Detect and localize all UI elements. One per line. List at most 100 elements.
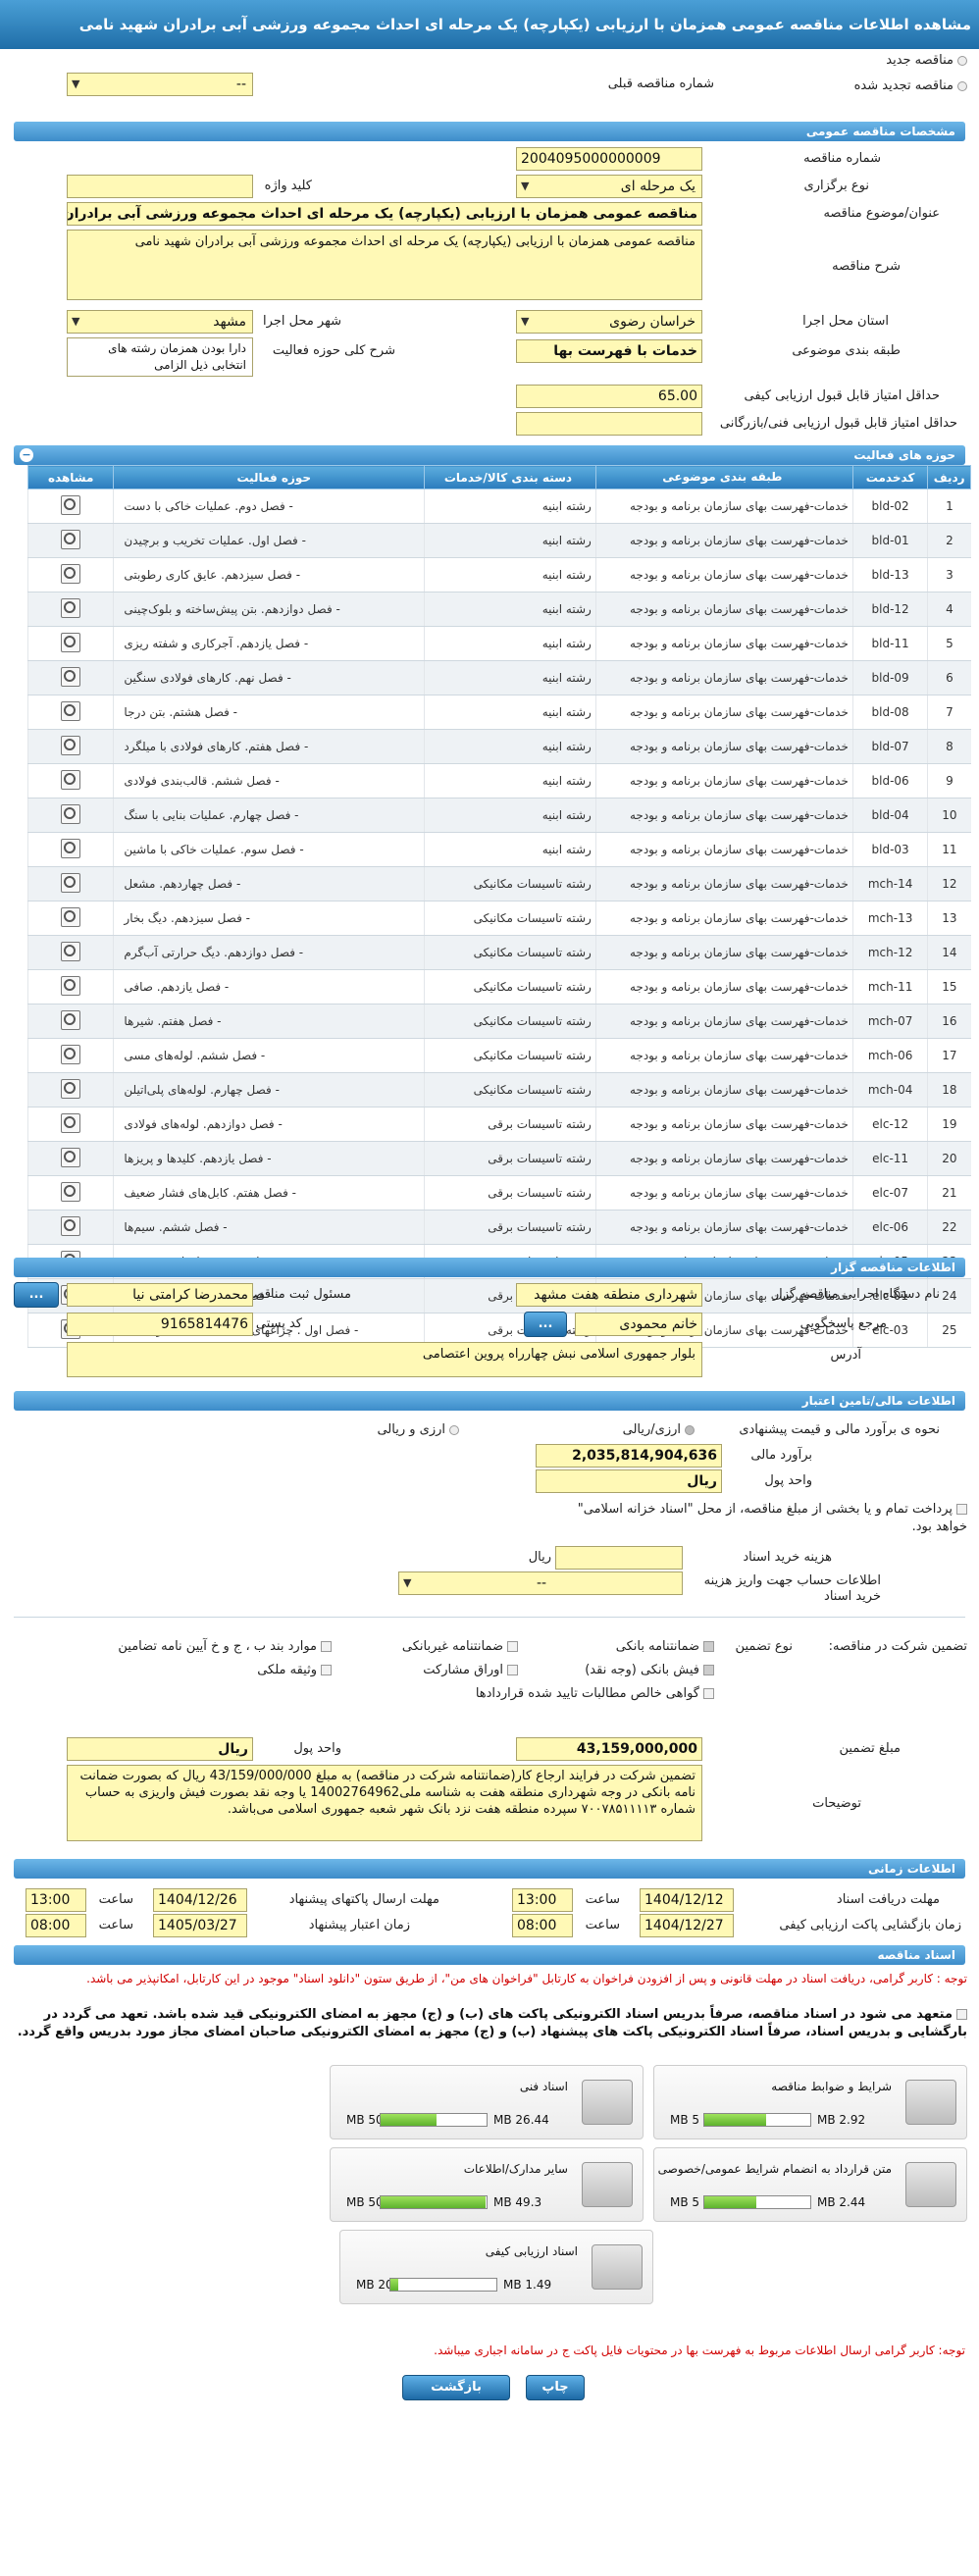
number-field[interactable]: 2004095000000009	[516, 147, 702, 171]
opt-nonbank[interactable]: ضمانتنامه غیربانکی	[402, 1639, 518, 1654]
activities-header-row: ردیف کدخدمت طبقه بندی موضوعی دسته بندی ک…	[26, 465, 971, 489]
magnifier-icon[interactable]	[61, 1078, 81, 1099]
magnifier-icon[interactable]	[61, 906, 81, 927]
category-cell: خدمات-فهرست بهای سازمان برنامه و بودجه	[594, 729, 853, 764]
min-quality-field[interactable]: 65.00	[516, 385, 702, 408]
responder-field[interactable]: خانم محمودی	[575, 1313, 702, 1336]
magnifier-icon[interactable]	[61, 700, 81, 721]
magnifier-icon[interactable]	[61, 872, 81, 893]
goods-cell: رشته ابنیه	[424, 592, 596, 627]
opt-nonbank-label: ضمانتنامه غیربانکی	[401, 1639, 503, 1654]
file-name: اسناد ارزیابی کیفی	[485, 2244, 578, 2258]
magnifier-icon[interactable]	[61, 1044, 81, 1064]
docs-note: توجه : کاربر گرامی، دریافت اسناد در مهلت…	[86, 1972, 967, 1985]
prev-number-select[interactable]: ▼ --	[67, 73, 253, 96]
guarantee-currency-field[interactable]: ریال	[67, 1737, 253, 1761]
commitment-option[interactable]: متعهد می شود در اسناد مناقصه، صرفاً بدری…	[16, 2006, 967, 2041]
notes-field[interactable]: تضمین شرکت در فرایند ارجاع کار(ضمانتنامه…	[67, 1765, 702, 1841]
service-code: mch-07	[851, 1004, 928, 1039]
magnifier-icon[interactable]	[61, 494, 81, 515]
file-progress	[703, 2195, 811, 2209]
table-row: 12 mch-14 خدمات-فهرست بهای سازمان برنامه و…	[26, 866, 971, 902]
postal-field[interactable]: 9165814476	[67, 1313, 253, 1336]
responder-more-button[interactable]: ...	[524, 1312, 567, 1337]
activity-desc-field[interactable]: دارا بودن همزمان رشته های انتخابی ذیل ال…	[67, 337, 253, 377]
send-time[interactable]: 13:00	[26, 1888, 86, 1912]
magnifier-icon[interactable]	[61, 769, 81, 790]
magnifier-icon[interactable]	[61, 1181, 81, 1202]
row-number: 5	[927, 626, 971, 661]
opt-securities[interactable]: اوراق مشارکت	[423, 1663, 518, 1677]
org-field[interactable]: شهرداری منطقه هفت مشهد	[516, 1283, 702, 1307]
send-date[interactable]: 1404/12/26	[153, 1888, 247, 1912]
magnifier-icon[interactable]	[61, 529, 81, 549]
back-button[interactable]: بازگشت	[402, 2375, 510, 2400]
row-number: 3	[927, 557, 971, 592]
service-code: bld-11	[851, 626, 928, 661]
doc-cost-field[interactable]	[555, 1546, 683, 1570]
magnifier-icon[interactable]	[61, 1112, 81, 1133]
magnifier-icon[interactable]	[61, 1147, 81, 1167]
new-tender-option[interactable]: مناقصه جدید	[886, 53, 967, 68]
doc-receive-date[interactable]: 1404/12/12	[640, 1888, 734, 1912]
registrar-more-button[interactable]: ...	[14, 1282, 59, 1308]
city-select[interactable]: ▼ مشهد	[67, 310, 253, 334]
title-field[interactable]: مناقصه عمومی همزمان با ارزیابی (یکپارچه)…	[67, 202, 702, 226]
category-field[interactable]: خدمات با فهرست بها	[516, 339, 702, 363]
desc-field[interactable]: مناقصه عمومی همزمان با ارزیابی (یکپارچه)…	[67, 230, 702, 300]
opt-check[interactable]: فیش بانکی (وجه نقد)	[585, 1663, 714, 1677]
file-box-contract[interactable]: متن قرارداد به انضمام شرایط عمومی/خصوصی …	[653, 2147, 967, 2222]
doc-receive-time[interactable]: 13:00	[512, 1888, 573, 1912]
magnifier-icon[interactable]	[61, 838, 81, 858]
magnifier-icon[interactable]	[61, 735, 81, 755]
magnifier-icon[interactable]	[61, 941, 81, 961]
magnifier-icon[interactable]	[61, 975, 81, 996]
keyword-field[interactable]	[67, 175, 253, 198]
magnifier-icon[interactable]	[61, 632, 81, 652]
service-code: elc-07	[851, 1175, 928, 1211]
min-tech-field[interactable]	[516, 412, 702, 436]
estimate-field[interactable]: 2,035,814,904,636	[536, 1444, 722, 1468]
opt-property[interactable]: وثیقه ملکی	[257, 1663, 332, 1677]
magnifier-icon[interactable]	[61, 803, 81, 824]
file-box-quality[interactable]: اسناد ارزیابی کیفی 20 MB 1.49 MB	[339, 2230, 653, 2304]
amount-field[interactable]: 43,159,000,000	[516, 1737, 702, 1761]
validity-time[interactable]: 08:00	[26, 1914, 86, 1937]
account-select[interactable]: ▼ --	[398, 1571, 683, 1595]
table-row: 15 mch-11 خدمات-فهرست بهای سازمان برنامه و…	[26, 969, 971, 1005]
magnifier-icon[interactable]	[61, 597, 81, 618]
estimate-both-option[interactable]: ارزی و ریالی	[377, 1422, 459, 1437]
print-button[interactable]: چاپ	[526, 2375, 585, 2400]
open-date[interactable]: 1404/12/27	[640, 1914, 734, 1937]
file-size: 49.3 MB	[493, 2195, 542, 2209]
file-box-terms[interactable]: شرایط و ضوابط مناقصه 5 MB 2.92 MB	[653, 2065, 967, 2139]
open-time[interactable]: 08:00	[512, 1914, 573, 1937]
file-box-other[interactable]: سایر مدارک/اطلاعات 50 MB 49.3 MB	[330, 2147, 644, 2222]
goods-cell: رشته تاسیسات برقی	[424, 1175, 596, 1211]
file-box-technical[interactable]: اسناد فنی 50 MB 26.44 MB	[330, 2065, 644, 2139]
treasury-option[interactable]: پرداخت تمام و یا بخشی از مبلغ مناقصه، از…	[555, 1501, 967, 1536]
service-code: bld-13	[851, 557, 928, 592]
renewed-tender-option[interactable]: مناقصه تجدید شده	[854, 78, 967, 93]
opt-claims[interactable]: گواهی خالص مطالبات تایید شده قراردادها	[476, 1686, 714, 1701]
activity-cell: - فصل چهاردهم. مشعل	[113, 866, 425, 902]
estimate-rial-option[interactable]: ارزی/ریالی	[623, 1422, 695, 1437]
organizer-section-header: اطلاعات مناقصه گزار	[14, 1258, 965, 1277]
address-field[interactable]: بلوار جمهوری اسلامی نبش چهارراه پروین اع…	[67, 1342, 702, 1377]
opt-items[interactable]: موارد بند ب ، ج و خ آیین نامه تضامین	[118, 1639, 332, 1654]
opt-bank[interactable]: ضمانتنامه بانکی	[616, 1639, 714, 1654]
type-select[interactable]: ▼ یک مرحله ای	[516, 175, 702, 198]
registrar-field[interactable]: محمدرضا کرامتی نیا	[67, 1283, 253, 1307]
view-cell	[26, 1141, 114, 1176]
magnifier-icon[interactable]	[61, 1009, 81, 1030]
table-row: 3 bld-13 خدمات-فهرست بهای سازمان برنامه و …	[26, 557, 971, 592]
collapse-icon[interactable]: −	[20, 448, 33, 462]
guarantee-type-label: نوع تضمین	[735, 1639, 793, 1654]
magnifier-icon[interactable]	[61, 666, 81, 687]
magnifier-icon[interactable]	[61, 563, 81, 584]
province-select[interactable]: ▼ خراسان رضوی	[516, 310, 702, 334]
currency-field[interactable]: ریال	[536, 1469, 722, 1493]
goods-cell: رشته تاسیسات مکانیکی	[424, 1038, 596, 1073]
validity-date[interactable]: 1405/03/27	[153, 1914, 247, 1937]
magnifier-icon[interactable]	[61, 1215, 81, 1236]
